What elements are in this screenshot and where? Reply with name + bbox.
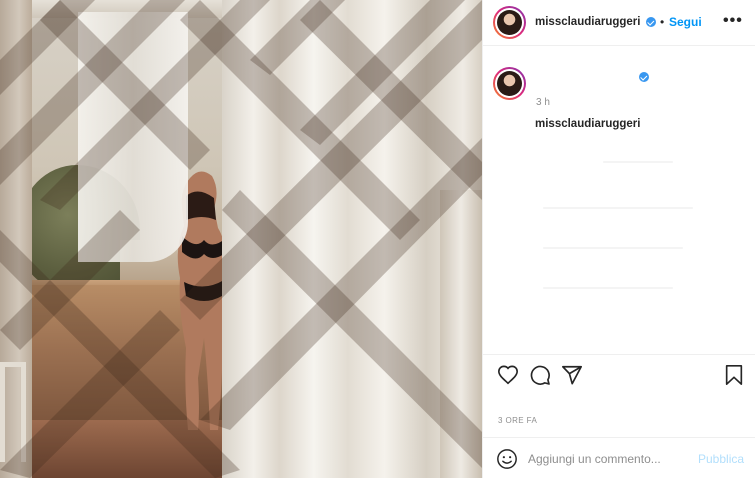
caption-area: missclaudiaruggeri 3 h bbox=[483, 47, 755, 354]
instagram-post-modal: missclaudiaruggeri • Segui ••• missclaud… bbox=[0, 0, 755, 478]
post-photo[interactable] bbox=[0, 0, 482, 478]
header-separator: • bbox=[660, 15, 665, 29]
caption-author-avatar[interactable] bbox=[493, 67, 526, 100]
comment-form: Pubblica bbox=[483, 437, 755, 478]
caption-timestamp[interactable]: 3 h bbox=[536, 97, 550, 108]
bookmark-icon[interactable] bbox=[723, 364, 745, 386]
publish-button[interactable]: Pubblica bbox=[698, 452, 744, 466]
post-date[interactable]: 3 ORE FA bbox=[498, 416, 537, 425]
post-side-panel: missclaudiaruggeri • Segui ••• missclaud… bbox=[482, 0, 755, 478]
more-options-icon[interactable]: ••• bbox=[723, 12, 743, 30]
comment-bubble-icon[interactable] bbox=[529, 364, 551, 386]
follow-button[interactable]: Segui bbox=[669, 15, 702, 29]
paper-plane-icon[interactable] bbox=[561, 364, 583, 386]
comment-input[interactable] bbox=[528, 450, 688, 468]
author-username[interactable]: missclaudiaruggeri bbox=[535, 16, 640, 28]
heart-icon[interactable] bbox=[497, 364, 519, 386]
caption-faint-line bbox=[543, 247, 683, 249]
post-actions-bar bbox=[483, 354, 755, 394]
author-avatar[interactable] bbox=[493, 6, 526, 39]
post-header: missclaudiaruggeri • Segui ••• bbox=[483, 0, 755, 46]
caption-faint-line bbox=[543, 207, 693, 209]
caption-faint-line bbox=[603, 161, 673, 163]
photo-lattice-shadow bbox=[0, 0, 482, 478]
verified-badge-icon bbox=[639, 72, 649, 82]
caption-faint-line bbox=[543, 287, 673, 289]
caption-username[interactable]: missclaudiaruggeri bbox=[535, 118, 640, 130]
verified-badge-icon bbox=[646, 17, 656, 27]
smiley-icon[interactable] bbox=[496, 448, 518, 470]
